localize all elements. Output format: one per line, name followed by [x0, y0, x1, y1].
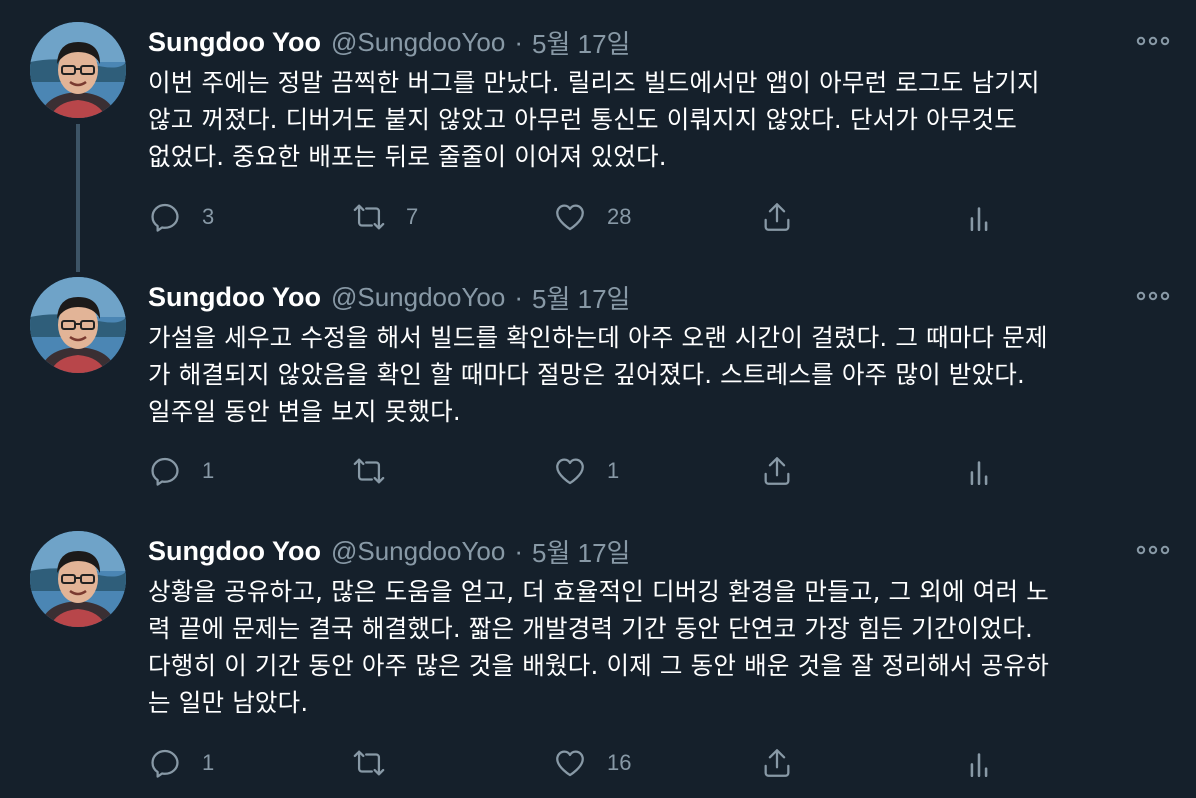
analytics-button[interactable]	[962, 743, 996, 783]
tweet-date[interactable]: 5월 17일	[532, 279, 630, 316]
avatar[interactable]	[30, 22, 126, 118]
tweet-date[interactable]: 5월 17일	[532, 24, 630, 61]
tweet-text: 상황을 공유하고, 많은 도움을 얻고, 더 효율적인 디버깅 환경을 만들고,…	[148, 577, 1049, 717]
separator-dot: ·	[514, 535, 524, 566]
like-icon	[556, 204, 584, 231]
reply-icon	[151, 203, 179, 232]
retweet-button[interactable]: 7	[352, 197, 418, 237]
retweet-button[interactable]	[352, 743, 406, 783]
tweet-header: Sungdoo Yoo @SungdooYoo · 5월 17일	[148, 533, 630, 569]
tweet-header: Sungdoo Yoo @SungdooYoo · 5월 17일	[148, 24, 630, 60]
tweet-actions: 3 7 28	[0, 197, 1196, 237]
retweet-button[interactable]	[352, 451, 406, 491]
share-icon	[764, 203, 790, 231]
analytics-icon	[970, 461, 988, 486]
more-icon[interactable]	[1136, 289, 1170, 303]
retweet-count: 7	[406, 204, 419, 229]
share-button[interactable]	[760, 743, 794, 783]
more-icon[interactable]	[1136, 34, 1170, 48]
like-icon	[556, 750, 584, 777]
reply-button[interactable]: 1	[148, 451, 214, 491]
like-button[interactable]: 1	[553, 451, 619, 491]
analytics-icon	[970, 207, 988, 232]
like-button[interactable]: 16	[553, 743, 631, 783]
reply-button[interactable]: 1	[148, 743, 214, 783]
reply-icon	[151, 749, 179, 778]
share-icon	[764, 457, 790, 485]
analytics-button[interactable]	[962, 451, 996, 491]
reply-count: 1	[202, 458, 215, 483]
reply-icon	[151, 457, 179, 486]
avatar[interactable]	[30, 277, 126, 373]
author-name[interactable]: Sungdoo Yoo	[148, 27, 321, 58]
analytics-button[interactable]	[962, 197, 996, 237]
author-name[interactable]: Sungdoo Yoo	[148, 282, 321, 313]
like-icon	[556, 458, 584, 485]
share-button[interactable]	[760, 197, 794, 237]
retweet-icon	[353, 458, 385, 484]
like-count: 1	[607, 458, 620, 483]
reply-count: 1	[202, 750, 215, 775]
tweet-date[interactable]: 5월 17일	[532, 533, 630, 570]
share-icon	[764, 749, 790, 777]
author-name[interactable]: Sungdoo Yoo	[148, 536, 321, 567]
reply-button[interactable]: 3	[148, 197, 214, 237]
retweet-icon	[353, 750, 385, 776]
separator-dot: ·	[514, 281, 524, 312]
author-handle[interactable]: @SungdooYoo	[331, 536, 505, 567]
tweet-text: 이번 주에는 정말 끔찍한 버그를 만났다. 릴리즈 빌드에서만 앱이 아무런 …	[148, 68, 1040, 171]
tweet-header: Sungdoo Yoo @SungdooYoo · 5월 17일	[148, 279, 630, 315]
analytics-icon	[970, 753, 988, 778]
author-handle[interactable]: @SungdooYoo	[331, 282, 505, 313]
separator-dot: ·	[514, 26, 524, 57]
share-button[interactable]	[760, 451, 794, 491]
retweet-icon	[353, 204, 385, 230]
more-icon[interactable]	[1136, 543, 1170, 557]
tweet-actions: 1 16	[0, 743, 1196, 783]
like-button[interactable]: 28	[553, 197, 631, 237]
like-count: 28	[607, 204, 632, 229]
tweet-actions: 1 1	[0, 451, 1196, 491]
avatar[interactable]	[30, 531, 126, 627]
author-handle[interactable]: @SungdooYoo	[331, 27, 505, 58]
tweet-text: 가설을 세우고 수정을 해서 빌드를 확인하는데 아주 오랜 시간이 걸렸다. …	[148, 323, 1048, 426]
like-count: 16	[607, 750, 632, 775]
reply-count: 3	[202, 204, 215, 229]
